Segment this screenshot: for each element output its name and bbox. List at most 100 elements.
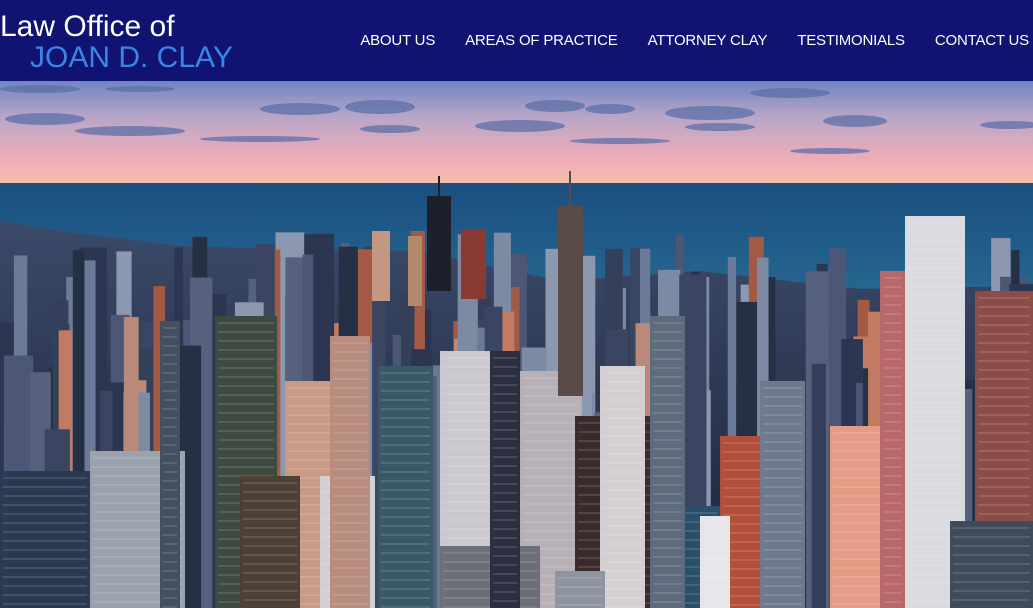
window-row bbox=[603, 570, 642, 572]
window-row bbox=[603, 588, 642, 590]
window-row bbox=[653, 331, 682, 333]
window-row bbox=[908, 447, 962, 449]
window-row bbox=[523, 431, 579, 433]
window-row bbox=[978, 405, 1030, 407]
window-row bbox=[908, 393, 962, 395]
window-row bbox=[603, 579, 642, 581]
window-row bbox=[333, 387, 367, 389]
window-row bbox=[763, 423, 802, 425]
window-row bbox=[978, 441, 1030, 443]
window-row bbox=[443, 492, 489, 494]
window-row bbox=[523, 422, 579, 424]
window-row bbox=[978, 315, 1030, 317]
window-row bbox=[443, 447, 489, 449]
nav-testimonials[interactable]: TESTIMONIALS bbox=[797, 32, 905, 49]
window-row bbox=[883, 367, 902, 369]
window-row bbox=[653, 394, 682, 396]
window-row bbox=[978, 369, 1030, 371]
window-row bbox=[603, 534, 642, 536]
nav-about-us[interactable]: ABOUT US bbox=[360, 32, 435, 49]
window-row bbox=[603, 381, 642, 383]
window-row bbox=[883, 538, 902, 540]
window-row bbox=[763, 594, 802, 596]
window-row bbox=[333, 414, 367, 416]
window-row bbox=[978, 423, 1030, 425]
window-row bbox=[381, 489, 430, 491]
window-row bbox=[763, 468, 802, 470]
window-row bbox=[953, 599, 1030, 601]
window-row bbox=[908, 222, 962, 224]
tower bbox=[490, 351, 520, 608]
window-row bbox=[653, 601, 682, 603]
window-row bbox=[908, 330, 962, 332]
window-row bbox=[978, 414, 1030, 416]
window-row bbox=[218, 322, 274, 324]
window-row bbox=[443, 537, 489, 539]
window-row bbox=[703, 540, 727, 542]
window-row bbox=[703, 585, 727, 587]
window-row bbox=[3, 594, 87, 596]
window-row bbox=[443, 483, 489, 485]
window-row bbox=[603, 516, 642, 518]
window-row bbox=[653, 367, 682, 369]
window-row bbox=[653, 475, 682, 477]
window-row bbox=[333, 360, 367, 362]
window-row bbox=[243, 509, 297, 511]
window-row bbox=[653, 340, 682, 342]
window-row bbox=[333, 405, 367, 407]
window-row bbox=[653, 349, 682, 351]
window-row bbox=[883, 601, 902, 603]
window-row bbox=[523, 458, 579, 460]
window-row bbox=[493, 384, 517, 386]
window-row bbox=[763, 522, 802, 524]
window-row bbox=[243, 536, 297, 538]
antenna bbox=[569, 171, 571, 209]
window-row bbox=[978, 396, 1030, 398]
nav-contact-us[interactable]: CONTACT US bbox=[935, 32, 1029, 49]
window-row bbox=[493, 411, 517, 413]
window-row bbox=[653, 322, 682, 324]
window-row bbox=[523, 503, 579, 505]
window-row bbox=[653, 439, 682, 441]
window-row bbox=[908, 519, 962, 521]
site-logo[interactable]: Law Office of JOAN D. CLAY bbox=[0, 8, 240, 74]
window-row bbox=[333, 351, 367, 353]
window-row bbox=[218, 394, 274, 396]
window-row bbox=[953, 581, 1030, 583]
tower bbox=[427, 196, 451, 291]
window-row bbox=[3, 558, 87, 560]
window-row bbox=[883, 466, 902, 468]
window-row bbox=[333, 549, 367, 551]
window-row bbox=[653, 592, 682, 594]
window-row bbox=[493, 501, 517, 503]
window-row bbox=[333, 450, 367, 452]
window-row bbox=[653, 448, 682, 450]
window-row bbox=[523, 539, 579, 541]
window-row bbox=[243, 599, 297, 601]
nav-areas-of-practice[interactable]: AREAS OF PRACTICE bbox=[465, 32, 618, 49]
window-row bbox=[883, 574, 902, 576]
window-row bbox=[218, 457, 274, 459]
window-row bbox=[218, 448, 274, 450]
window-row bbox=[163, 597, 177, 599]
nav-attorney-clay[interactable]: ATTORNEY CLAY bbox=[648, 32, 768, 49]
window-row bbox=[333, 513, 367, 515]
antenna bbox=[438, 176, 440, 198]
window-row bbox=[218, 430, 274, 432]
window-row bbox=[883, 295, 902, 297]
window-row bbox=[908, 321, 962, 323]
window-row bbox=[653, 520, 682, 522]
window-row bbox=[908, 375, 962, 377]
window-row bbox=[653, 430, 682, 432]
window-row bbox=[763, 459, 802, 461]
window-row bbox=[653, 511, 682, 513]
window-row bbox=[908, 276, 962, 278]
window-row bbox=[883, 439, 902, 441]
tower bbox=[0, 471, 90, 608]
window-row bbox=[908, 456, 962, 458]
window-row bbox=[953, 572, 1030, 574]
window-row bbox=[163, 354, 177, 356]
window-row bbox=[908, 357, 962, 359]
window-row bbox=[163, 579, 177, 581]
window-row bbox=[163, 480, 177, 482]
